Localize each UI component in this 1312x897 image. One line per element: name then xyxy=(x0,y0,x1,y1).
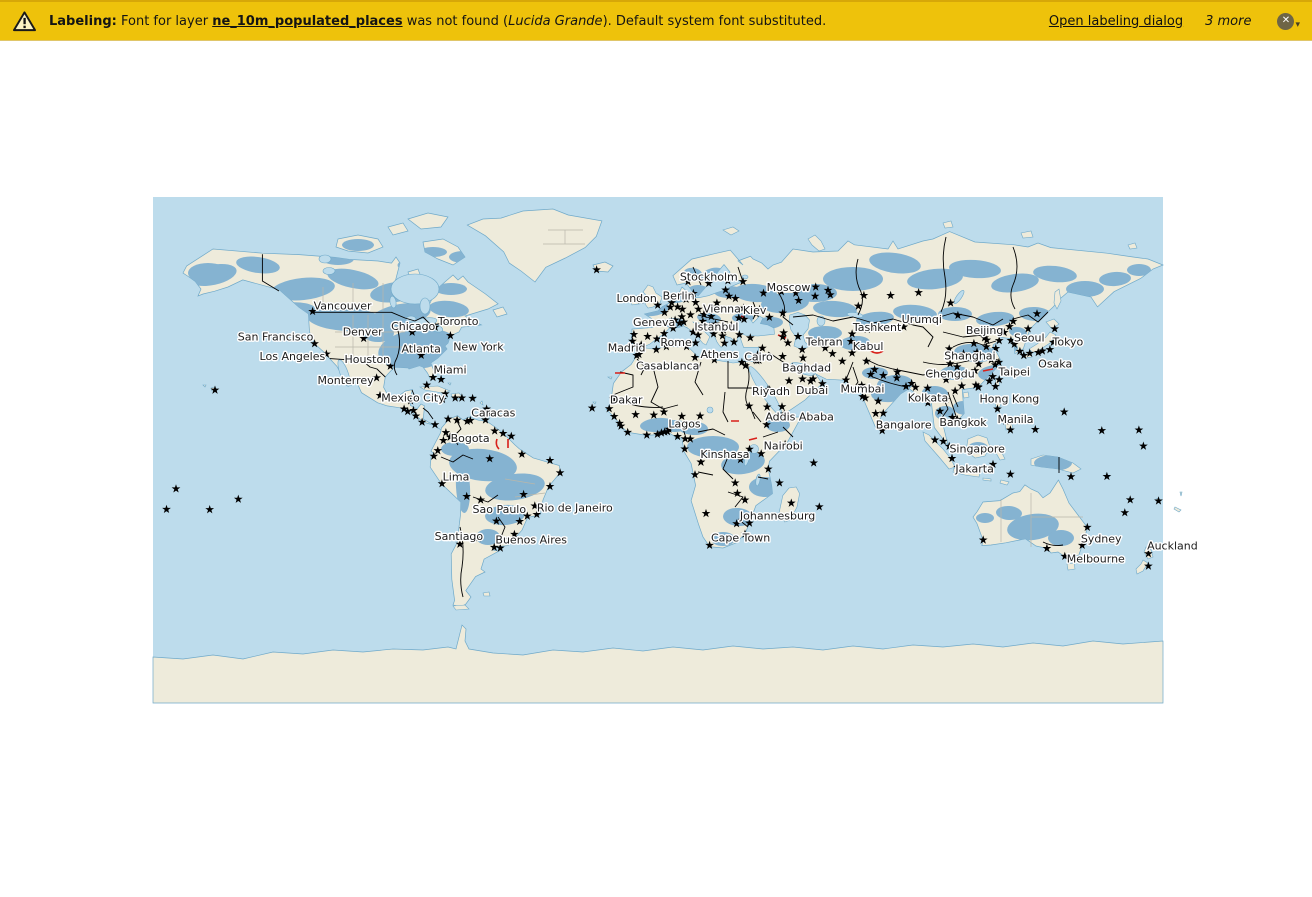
banner-message: Labeling: Font for layer ne_10m_populate… xyxy=(49,14,826,29)
city-label: Istanbul xyxy=(694,321,738,334)
city-label: Mumbai xyxy=(841,383,885,396)
city-label: Madrid xyxy=(608,341,646,354)
city-label: Dubai xyxy=(796,384,828,397)
close-button[interactable]: ✕ ▾ xyxy=(1277,13,1300,30)
city-label: Atlanta xyxy=(401,342,440,355)
city-label: Bangalore xyxy=(876,419,932,432)
city-label: Geneva xyxy=(633,316,675,329)
city-label: Dakar xyxy=(610,394,643,407)
city-label: Tokyo xyxy=(1051,336,1083,349)
city-label: Tashkent xyxy=(852,321,902,334)
city-label: Osaka xyxy=(1038,358,1072,371)
city-label: Auckland xyxy=(1147,540,1198,553)
city-label: Denver xyxy=(343,325,383,338)
city-label: Sydney xyxy=(1081,532,1122,545)
city-label: Beijing xyxy=(966,324,1003,337)
city-label: Baghdad xyxy=(782,361,831,374)
city-label: Kabul xyxy=(853,340,884,353)
message-bar: Labeling: Font for layer ne_10m_populate… xyxy=(0,0,1312,41)
city-label: Riyadh xyxy=(752,385,790,398)
chevron-down-icon: ▾ xyxy=(1295,21,1300,30)
city-label: Santiago xyxy=(435,530,484,543)
city-label: San Francisco xyxy=(238,331,314,344)
city-label: Jakarta xyxy=(954,462,993,475)
banner-text-pre: Font for layer xyxy=(117,14,212,29)
missing-font-name: Lucida Grande xyxy=(508,14,602,29)
city-label: Singapore xyxy=(949,442,1005,455)
city-label: Los Angeles xyxy=(260,350,326,363)
city-label: London xyxy=(617,292,657,305)
layer-name: ne_10m_populated_places xyxy=(212,14,402,29)
city-label: Bangkok xyxy=(939,416,987,429)
more-notices-label[interactable]: 3 more xyxy=(1205,14,1251,29)
warning-triangle-icon xyxy=(12,10,37,33)
banner-title: Labeling: xyxy=(49,14,117,29)
city-label: Urumqi xyxy=(902,313,942,326)
city-label: Sao Paulo xyxy=(473,503,527,516)
city-label: Seoul xyxy=(1014,331,1045,344)
city-label: Stockholm xyxy=(680,270,738,283)
city-label: Shanghai xyxy=(944,349,995,362)
city-label: New York xyxy=(453,341,504,354)
city-label: Lima xyxy=(443,471,470,484)
city-label: Miami xyxy=(433,364,466,377)
city-label: Moscow xyxy=(767,281,811,294)
city-label: Vienna xyxy=(703,303,741,316)
city-label: Hong Kong xyxy=(979,392,1039,405)
city-label: Monterrey xyxy=(318,374,375,387)
city-label: Melbourne xyxy=(1067,552,1125,565)
city-label: Manila xyxy=(997,413,1033,426)
map-canvas[interactable]: Vancouver San Francisco Los Angeles Denver C… xyxy=(153,197,1163,703)
city-label: Nairobi xyxy=(764,440,803,453)
city-label: Casablanca xyxy=(636,360,699,373)
city-label: Athens xyxy=(700,348,738,361)
banner-text-post: ). Default system font substituted. xyxy=(603,14,827,29)
city-label: Addis Ababa xyxy=(765,411,834,424)
city-label: Chicago xyxy=(391,320,435,333)
city-label: Rio de Janeiro xyxy=(537,501,613,514)
city-label: Toronto xyxy=(437,315,479,328)
hudson-bay xyxy=(391,274,439,304)
city-label: Vancouver xyxy=(314,299,372,312)
banner-text-mid: was not found ( xyxy=(403,14,509,29)
city-label: Kiev xyxy=(743,304,767,317)
city-label: Houston xyxy=(344,353,390,366)
city-label: Cape Town xyxy=(711,531,770,544)
open-labeling-dialog-link[interactable]: Open labeling dialog xyxy=(1049,14,1183,29)
city-label: Mexico City xyxy=(381,392,445,405)
city-label: Buenos Aires xyxy=(495,533,567,546)
city-label: Caracas xyxy=(471,407,515,420)
city-label: Taipei xyxy=(997,366,1030,379)
city-label: Kolkata xyxy=(908,392,948,405)
city-label: Kinshasa xyxy=(700,448,749,461)
city-label: Lagos xyxy=(668,418,701,431)
city-label: Chengdu xyxy=(925,368,974,381)
city-label: Berlin xyxy=(663,289,695,302)
city-label: Rome xyxy=(660,336,692,349)
city-label: Johannesburg xyxy=(739,510,815,523)
city-label: Cairo xyxy=(744,351,773,364)
city-label: Tehran xyxy=(805,336,843,349)
city-label: Bogota xyxy=(451,432,490,445)
close-icon[interactable]: ✕ xyxy=(1277,13,1294,30)
